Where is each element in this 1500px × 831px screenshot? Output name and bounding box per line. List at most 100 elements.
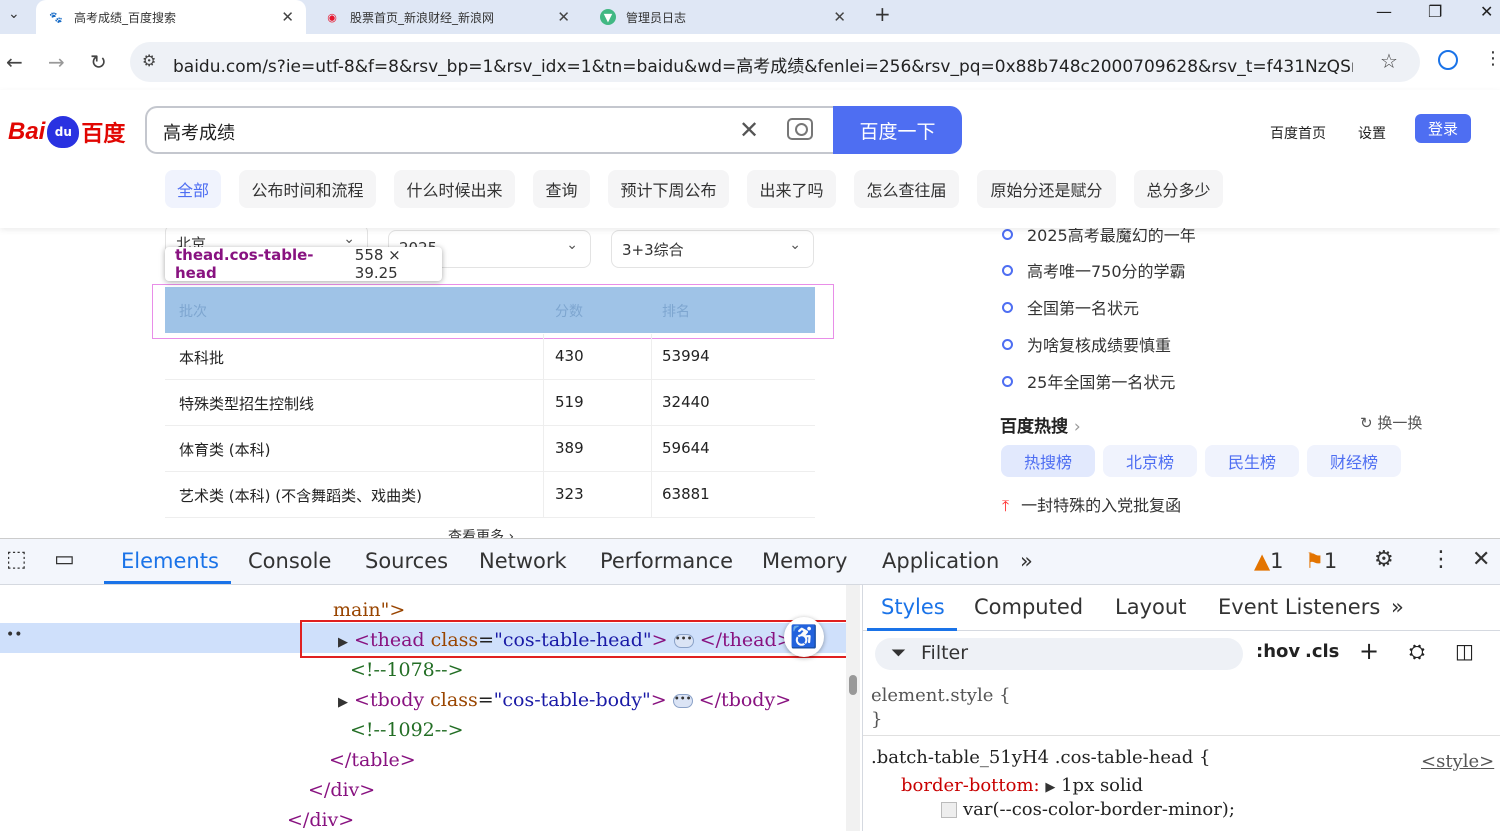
- more-tabs-icon[interactable]: »: [1391, 595, 1404, 619]
- related-query[interactable]: 为啥复核成绩要慎重: [1002, 332, 1171, 356]
- paint-icon[interactable]: ⛭: [1409, 639, 1425, 663]
- bookmark-star-icon[interactable]: ☆: [1380, 49, 1398, 73]
- chip[interactable]: 总分多少: [1134, 170, 1223, 208]
- chip[interactable]: 查询: [533, 170, 590, 208]
- hot-tab[interactable]: 民生榜: [1205, 445, 1299, 477]
- url-text[interactable]: baidu.com/s?ie=utf-8&f=8&rsv_bp=1&rsv_id…: [173, 52, 1353, 77]
- tab-console[interactable]: Console: [248, 549, 331, 573]
- tab-memory[interactable]: Memory: [762, 549, 847, 573]
- tab-search-dropdown[interactable]: ⌄: [8, 6, 20, 22]
- tab-performance[interactable]: Performance: [600, 549, 733, 573]
- close-tab-icon[interactable]: ✕: [833, 8, 846, 26]
- sidebar-toggle-icon[interactable]: ◫: [1455, 639, 1474, 663]
- hot-tab[interactable]: 北京榜: [1103, 445, 1197, 477]
- dom-line[interactable]: </div>: [287, 809, 354, 831]
- tab-application[interactable]: Application: [882, 549, 999, 573]
- dom-line[interactable]: </div>: [308, 779, 375, 801]
- minimize-icon[interactable]: —: [1376, 2, 1392, 21]
- rule-source-link[interactable]: <style>: [1421, 751, 1494, 772]
- window-close-icon[interactable]: ✕: [1480, 2, 1493, 21]
- baidu-header: Bai du 百度 高考成绩 ✕ 百度一下 百度首页 设置 登录 全部 公布时间和流…: [0, 90, 1500, 228]
- hot-tab[interactable]: 热搜榜: [1001, 445, 1095, 477]
- ellipsis-icon[interactable]: •••: [672, 694, 693, 708]
- settings-link[interactable]: 设置: [1358, 123, 1386, 143]
- chevron-right-icon: ›: [1073, 417, 1081, 437]
- close-devtools-icon[interactable]: ✕: [1472, 547, 1490, 572]
- forward-icon[interactable]: →: [48, 50, 65, 74]
- tab-admin-log[interactable]: ▼ 管理员日志 ✕: [588, 0, 858, 34]
- tab-sina[interactable]: ◉ 股票首页_新浪财经_新浪网 ✕: [312, 0, 582, 34]
- baidu-home-link[interactable]: 百度首页: [1270, 123, 1326, 143]
- chip[interactable]: 公布时间和流程: [239, 170, 376, 208]
- more-tabs-icon[interactable]: »: [1020, 549, 1033, 573]
- login-button[interactable]: 登录: [1415, 114, 1471, 143]
- browser-menu-icon[interactable]: ⋮: [1484, 48, 1500, 69]
- reload-icon[interactable]: ↻: [90, 50, 107, 74]
- restore-icon[interactable]: ❐: [1428, 2, 1442, 21]
- scroll-thumb[interactable]: [849, 675, 857, 695]
- address-bar[interactable]: ⚙ baidu.com/s?ie=utf-8&f=8&rsv_bp=1&rsv_…: [130, 42, 1420, 82]
- vue-icon: ▼: [600, 9, 616, 25]
- tab-event-listeners[interactable]: Event Listeners: [1218, 595, 1380, 619]
- new-rule-icon[interactable]: +: [1359, 637, 1379, 665]
- tab-styles[interactable]: Styles: [881, 595, 945, 619]
- back-icon[interactable]: ←: [6, 50, 23, 74]
- inspect-element-icon[interactable]: ⬚: [6, 547, 27, 572]
- device-toolbar-icon[interactable]: ▭: [54, 547, 75, 572]
- divider: [863, 735, 1500, 736]
- dom-comment[interactable]: <!--1078-->: [350, 659, 464, 681]
- chip[interactable]: 什么时候出来: [394, 170, 515, 208]
- chip[interactable]: 预计下周公布: [608, 170, 729, 208]
- kebab-menu-icon[interactable]: ⋮: [1430, 547, 1452, 572]
- chip[interactable]: 怎么查往届: [854, 170, 959, 208]
- close-tab-icon[interactable]: ✕: [281, 8, 294, 26]
- tab-title: 股票首页_新浪财经_新浪网: [350, 10, 495, 25]
- dom-line[interactable]: </table>: [329, 749, 416, 771]
- related-query[interactable]: 高考唯一750分的学霸: [1002, 258, 1186, 282]
- tab-baidu[interactable]: 🐾 高考成绩_百度搜索 ✕: [36, 0, 306, 34]
- filter-input[interactable]: ⏷ Filter: [875, 638, 1243, 670]
- chip-all[interactable]: 全部: [165, 170, 221, 208]
- refresh-button[interactable]: ↻ 换一换: [1360, 412, 1422, 433]
- rule-selector[interactable]: .batch-table_51yH4 .cos-table-head {: [871, 747, 1210, 768]
- dom-line[interactable]: main">: [333, 599, 405, 621]
- dom-comment[interactable]: <!--1092-->: [350, 719, 464, 741]
- hot-item[interactable]: ⤒ 一封特殊的入党批复函: [1002, 492, 1181, 516]
- search-box[interactable]: 高考成绩 ✕: [145, 106, 835, 154]
- accessibility-icon[interactable]: ♿: [784, 617, 824, 657]
- settings-gear-icon[interactable]: ⚙: [1374, 547, 1394, 572]
- dom-node-tbody[interactable]: ▶ <tbody class="cos-table-body"> ••• </t…: [338, 689, 791, 711]
- hot-tab[interactable]: 财经榜: [1307, 445, 1401, 477]
- css-value[interactable]: var(--cos-color-border-minor);: [941, 799, 1235, 820]
- chip[interactable]: 原始分还是赋分: [977, 170, 1116, 208]
- new-tab-button[interactable]: +: [874, 2, 891, 26]
- tab-sources[interactable]: Sources: [365, 549, 448, 573]
- search-button[interactable]: 百度一下: [833, 106, 962, 154]
- search-icon: [1002, 264, 1013, 276]
- baidu-logo[interactable]: Bai du 百度: [8, 112, 125, 152]
- close-tab-icon[interactable]: ✕: [557, 8, 570, 26]
- chip[interactable]: 出来了吗: [747, 170, 836, 208]
- cls-toggle[interactable]: .cls: [1305, 641, 1339, 662]
- warning-badge[interactable]: ▲1: [1254, 549, 1284, 573]
- tab-layout[interactable]: Layout: [1115, 595, 1186, 619]
- hot-search-title[interactable]: 百度热搜 ›: [1000, 412, 1081, 437]
- related-query[interactable]: 全国第一名状元: [1002, 295, 1139, 319]
- tab-elements[interactable]: Elements: [121, 549, 219, 573]
- profile-icon[interactable]: [1438, 50, 1458, 70]
- hov-toggle[interactable]: :hov: [1256, 641, 1300, 662]
- search-input[interactable]: 高考成绩: [163, 119, 235, 145]
- css-property[interactable]: border-bottom: ▶ 1px solid: [901, 775, 1143, 796]
- elements-scrollbar[interactable]: [846, 585, 860, 831]
- tab-network[interactable]: Network: [479, 549, 567, 573]
- subject-select[interactable]: 3+3综合 ⌄: [611, 230, 814, 268]
- tab-computed[interactable]: Computed: [974, 595, 1083, 619]
- clear-icon[interactable]: ✕: [739, 116, 759, 144]
- active-tab-indicator: [104, 581, 231, 584]
- camera-icon[interactable]: [787, 118, 813, 140]
- related-query[interactable]: 25年全国第一名状元: [1002, 369, 1175, 393]
- color-swatch[interactable]: [941, 802, 957, 818]
- element-style-rule[interactable]: element.style {: [871, 685, 1011, 706]
- issues-badge[interactable]: ⚑1: [1305, 549, 1337, 573]
- site-info-icon[interactable]: ⚙: [142, 51, 156, 70]
